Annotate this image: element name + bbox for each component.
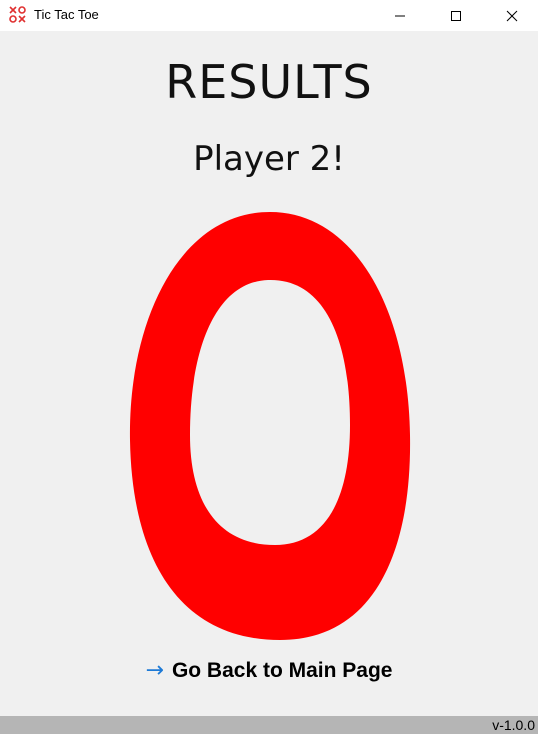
version-label: v-1.0.0 [492, 717, 535, 733]
tic-tac-toe-app-icon [9, 6, 26, 23]
arrow-right-icon: → [145, 658, 164, 683]
back-to-main-link[interactable]: → Go Back to Main Page [0, 658, 538, 684]
winner-o-mark [129, 212, 411, 640]
app-window: Tic Tac Toe RESULTS Player 2! → Go Back … [0, 0, 538, 734]
minimize-icon [395, 15, 405, 16]
maximize-button[interactable] [433, 0, 479, 31]
status-bar: v-1.0.0 [0, 716, 538, 734]
title-bar[interactable]: Tic Tac Toe [0, 0, 538, 31]
results-heading: RESULTS [165, 55, 373, 109]
minimize-button[interactable] [377, 0, 423, 31]
close-button[interactable] [489, 0, 535, 31]
winner-text: Player 2! [193, 139, 345, 179]
maximize-icon [451, 10, 461, 21]
window-title: Tic Tac Toe [34, 7, 99, 22]
back-link-label: Go Back to Main Page [171, 659, 393, 682]
close-icon [506, 10, 518, 21]
